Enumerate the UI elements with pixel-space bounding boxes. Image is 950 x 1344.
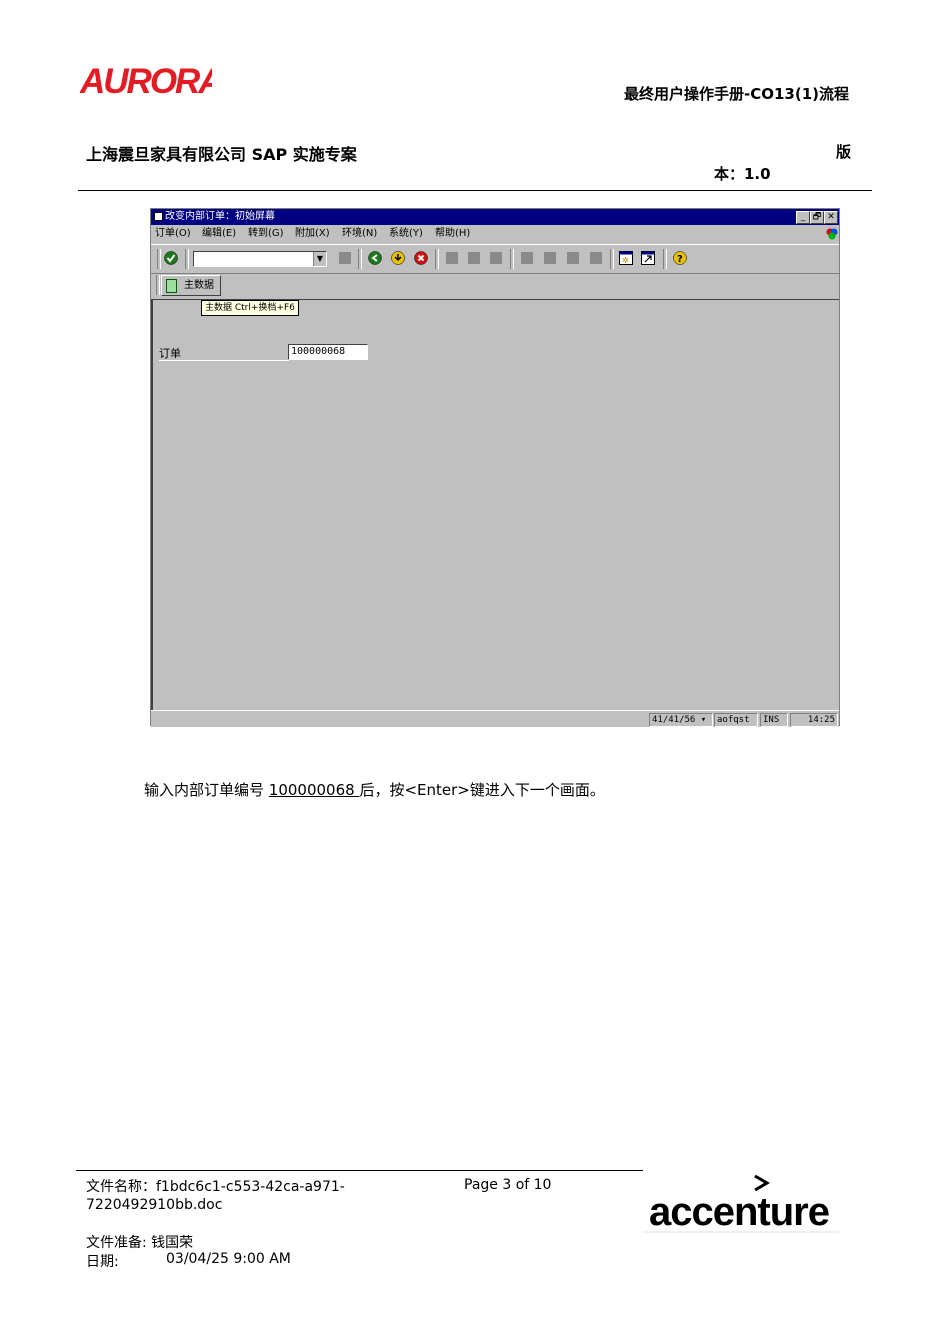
toolbar-separator	[435, 249, 439, 269]
server-name: aofqst	[714, 713, 758, 727]
sap-window: 改变内部订单：初始屏幕 _ 🗗 ✕ 订单(O) 编辑(E) 转到(G) 附加(X…	[150, 208, 840, 727]
back-icon[interactable]	[368, 251, 382, 265]
version-label-part2: 本：1.0	[714, 165, 771, 183]
chevron-down-icon[interactable]: ▼	[313, 252, 326, 266]
footer-preparer: 文件准备: 钱国荣	[86, 1235, 194, 1251]
help-icon[interactable]: ?	[673, 251, 687, 265]
sap-menu-bar: 订单(O) 编辑(E) 转到(G) 附加(X) 环境(N) 系统(Y) 帮助(H…	[151, 225, 839, 243]
aurora-logo: AURORA	[80, 62, 212, 98]
restore-icon[interactable]: 🗗	[810, 211, 824, 224]
menu-system[interactable]: 系统(Y)	[389, 225, 423, 243]
first-page-icon[interactable]	[521, 252, 533, 264]
menu-goto[interactable]: 转到(G)	[248, 225, 284, 243]
cancel-icon[interactable]	[414, 251, 428, 265]
insert-mode: INS	[760, 713, 788, 727]
save-icon[interactable]	[339, 252, 351, 264]
toolbar-separator	[156, 275, 160, 295]
next-page-icon[interactable]	[567, 252, 579, 264]
accenture-logo: accenture	[643, 1174, 839, 1234]
sap-title-bar: 改变内部订单：初始屏幕 _ 🗗 ✕	[151, 209, 839, 225]
sap-application-toolbar: 主数据	[151, 273, 839, 300]
svg-text:✲: ✲	[622, 256, 629, 265]
footer-date-value: 03/04/25 9:00 AM	[166, 1251, 291, 1267]
enter-check-icon[interactable]	[164, 251, 178, 265]
master-data-icon	[166, 279, 177, 293]
system-time: 14:25	[790, 713, 838, 727]
footer-divider	[76, 1170, 643, 1171]
menu-help[interactable]: 帮助(H)	[435, 225, 470, 243]
sap-window-title: 改变内部订单：初始屏幕	[165, 211, 275, 222]
master-data-tooltip: 主数据 Ctrl+换档+F6	[201, 300, 299, 316]
version-label-part1: 版	[836, 143, 852, 161]
instruction-text: 输入内部订单编号 100000068 后，按<Enter>键进入下一个画面。	[144, 779, 605, 800]
instruction-before: 输入内部订单编号	[144, 781, 269, 799]
menu-environment[interactable]: 环境(N)	[342, 225, 377, 243]
svg-text:?: ?	[677, 254, 683, 265]
toolbar-separator	[610, 249, 614, 269]
session-info[interactable]: 41/41/56 ▾	[649, 713, 713, 727]
session-info-text: 41/41/56	[652, 715, 696, 725]
instruction-after: 后，按<Enter>键进入下一个画面。	[359, 781, 605, 799]
last-page-icon[interactable]	[590, 252, 602, 264]
shortcut-icon[interactable]	[641, 251, 655, 265]
toolbar-separator	[185, 249, 189, 269]
minimize-icon[interactable]: _	[796, 211, 810, 224]
footer-page-number: Page 3 of 10	[464, 1177, 552, 1193]
document-title: 最终用户操作手册-CO13(1)流程	[624, 85, 850, 103]
order-field-label: 订单	[159, 347, 181, 360]
command-field[interactable]: ▼	[193, 251, 327, 267]
company-name: 上海震旦家具有限公司 SAP 实施专案	[86, 145, 357, 164]
window-system-icon[interactable]	[154, 212, 163, 221]
footer-date-label: 日期:	[86, 1254, 119, 1270]
find-icon[interactable]	[468, 252, 480, 264]
menu-order[interactable]: 订单(O)	[155, 225, 191, 243]
sap-status-bar: 41/41/56 ▾ aofqst INS 14:25	[151, 710, 839, 727]
previous-page-icon[interactable]	[544, 252, 556, 264]
print-icon[interactable]	[446, 252, 458, 264]
toolbar-separator	[358, 249, 362, 269]
toolbar-separator	[157, 249, 161, 269]
sap-standard-toolbar: ▼ ✲ ?	[151, 244, 839, 274]
close-icon[interactable]: ✕	[824, 211, 838, 224]
master-data-button-label: 主数据	[184, 280, 214, 291]
field-label-underline	[159, 360, 289, 361]
menu-extras[interactable]: 附加(X)	[295, 225, 330, 243]
master-data-button[interactable]: 主数据	[161, 275, 221, 296]
find-next-icon[interactable]	[490, 252, 502, 264]
toolbar-separator	[663, 249, 667, 269]
aurora-logo-text: AURORA	[80, 62, 212, 98]
sap-color-icon[interactable]	[826, 228, 838, 240]
header-divider	[78, 190, 872, 191]
instruction-order-number: 100000068	[268, 781, 360, 799]
order-number-input[interactable]: 100000068	[288, 344, 368, 360]
create-session-icon[interactable]: ✲	[619, 251, 633, 265]
exit-icon[interactable]	[391, 251, 405, 265]
accenture-logo-text: accenture	[649, 1190, 829, 1234]
menu-edit[interactable]: 编辑(E)	[202, 225, 236, 243]
sap-screen-area: 主数据 Ctrl+换档+F6 订单 100000068	[151, 300, 839, 710]
toolbar-separator	[510, 249, 514, 269]
footer-file-name: 文件名称：f1bdc6c1-c553-42ca-a971-7220492910b…	[86, 1179, 345, 1213]
